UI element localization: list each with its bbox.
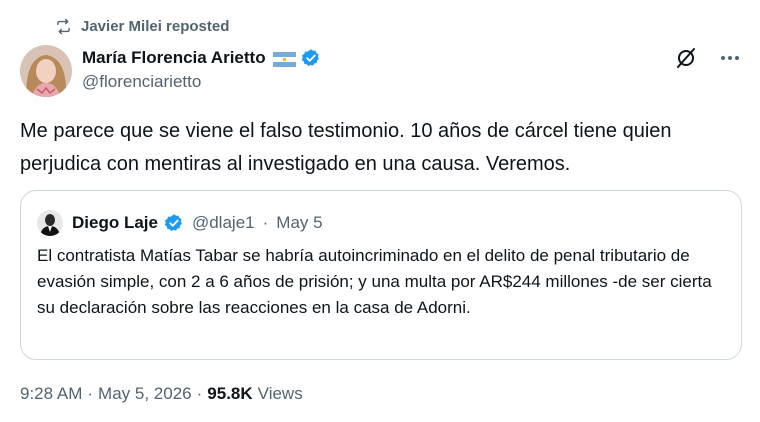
quoted-tweet-header: Diego Laje @dlaje1 · May 5 — [37, 210, 323, 236]
author-name[interactable]: María Florencia Arietto — [82, 47, 266, 69]
quoted-author-handle: @dlaje1 — [191, 213, 255, 232]
quoted-tweet-date: May 5 — [276, 213, 323, 232]
views-count: 95.8K — [207, 384, 253, 403]
author-avatar[interactable] — [20, 45, 72, 97]
author-block: María Florencia Arietto @florenciarietto — [82, 47, 321, 93]
verified-badge-icon[interactable] — [301, 48, 321, 68]
repost-label: Javier Milei reposted — [81, 18, 230, 35]
grok-icon[interactable] — [674, 46, 698, 70]
argentina-flag-icon — [272, 51, 296, 67]
repost-icon — [57, 18, 70, 35]
quoted-tweet[interactable]: Diego Laje @dlaje1 · May 5 El contratist… — [20, 190, 742, 360]
separator-dot: · — [87, 384, 94, 403]
tweet-date[interactable]: May 5, 2026 — [98, 384, 192, 404]
tweet-card: Javier Milei reposted María Florencia Ar… — [0, 0, 760, 422]
separator-dot: · — [196, 384, 203, 403]
verified-badge-icon — [164, 214, 182, 232]
tweet-top-actions — [674, 46, 742, 70]
author-handle[interactable]: @florenciarietto — [82, 71, 321, 93]
quoted-tweet-text: El contratista Matías Tabar se habría au… — [37, 246, 712, 317]
quoted-author-name: Diego Laje — [72, 213, 158, 232]
tweet-text: Me parece que se viene el falso testimon… — [20, 120, 672, 175]
views-label: Views — [257, 384, 303, 403]
more-options-icon[interactable] — [718, 46, 742, 70]
tweet-metadata: 9:28 AM · May 5, 2026 · 95.8K Views — [20, 384, 303, 404]
tweet-time[interactable]: 9:28 AM — [20, 384, 82, 404]
quoted-author-avatar — [37, 210, 63, 236]
repost-context[interactable]: Javier Milei reposted — [55, 18, 229, 35]
separator-dot: · — [262, 213, 269, 232]
